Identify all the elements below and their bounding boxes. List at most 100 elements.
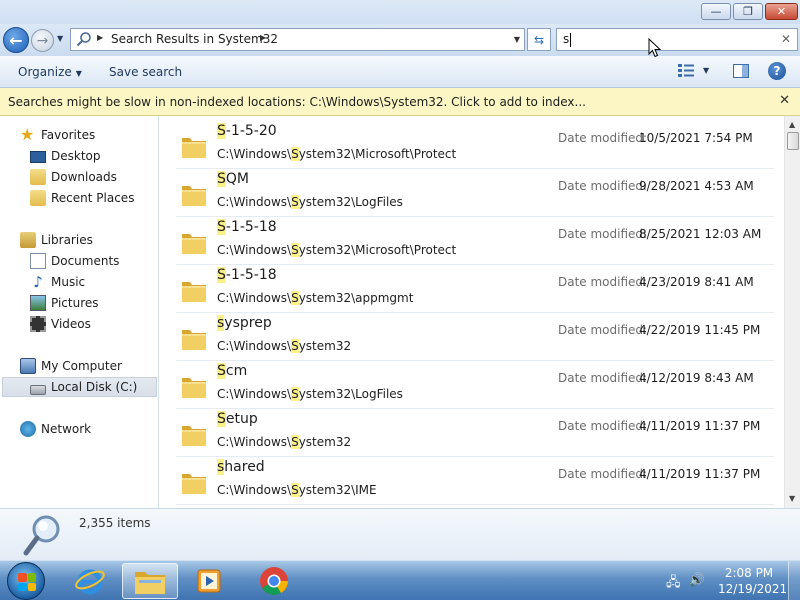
result-name[interactable]: sysprep [217,315,272,331]
nav-videos[interactable]: Videos [30,314,91,334]
item-count: 2,355 items [79,516,151,530]
start-button[interactable] [7,562,45,600]
text-caret [570,33,571,47]
volume-icon[interactable]: 🔊 [689,573,705,595]
folder-icon [182,474,206,494]
preview-pane-icon[interactable] [733,64,749,78]
nav-downloads[interactable]: Downloads [30,167,117,187]
favorites-star-icon: ★ [20,125,35,144]
organize-button[interactable]: Organize ▼ [18,65,82,79]
recent-pages-dropdown[interactable]: ▼ [57,34,63,43]
result-name-rest: QM [225,171,249,187]
result-row[interactable]: S-1-5-18 C:\Windows\System32\appmgmt Date … [176,265,774,313]
save-search-button[interactable]: Save search [109,65,182,79]
clear-search-icon[interactable]: ✕ [781,32,791,46]
nav-documents[interactable]: Documents [30,251,119,271]
clock-time: 2:08 PM [724,566,774,580]
pictures-icon [30,295,46,311]
address-row: ← → ▼ ▶ Search Results in System32 ▶ ▼ ⇆… [0,24,800,56]
result-row[interactable]: Setup C:\Windows\System32 Date modified: 4/… [176,409,774,457]
back-button[interactable]: ← [3,27,29,53]
result-row[interactable]: shared C:\Windows\System32\IME Date modifi… [176,457,774,505]
system-tray: 🖧 🔊 [666,573,705,595]
nav-music[interactable]: ♪ Music [30,272,85,292]
index-warning-message[interactable]: Searches might be slow in non-indexed lo… [8,95,586,109]
result-name[interactable]: SQM [217,171,249,187]
forward-button[interactable]: → [31,29,54,52]
date-modified-value: 4/11/2019 11:37 PM [639,467,761,481]
result-name[interactable]: Scm [217,363,247,379]
downloads-folder-icon [30,169,46,185]
result-row[interactable]: Scm C:\Windows\System32\LogFiles Date modi… [176,361,774,409]
help-icon[interactable]: ? [768,62,786,80]
nav-favorites[interactable]: ★ Favorites [20,125,95,145]
minimize-button[interactable]: — [701,3,731,20]
result-path-prefix: C:\Windows\ [217,291,292,305]
nav-desktop-label: Desktop [51,149,101,163]
nav-local-disk[interactable]: Local Disk (C:) [2,377,157,397]
change-view-icon[interactable] [678,64,694,78]
taskbar-google-chrome[interactable] [246,563,302,599]
maximize-button[interactable]: ❐ [733,3,763,20]
taskbar-windows-media-player[interactable] [182,563,238,599]
result-path: C:\Windows\System32\Microsoft\Protect [217,147,456,161]
result-path-prefix: C:\Windows\ [217,195,292,209]
nav-libraries[interactable]: Libraries [20,230,93,250]
date-modified-value: 4/22/2019 11:45 PM [639,323,761,337]
result-row[interactable]: SQM C:\Windows\System32\LogFiles Date modi… [176,169,774,217]
search-query-text: s [563,32,570,46]
nav-my-computer[interactable]: My Computer [20,356,122,376]
address-bar[interactable]: ▶ Search Results in System32 ▶ ▼ [70,28,525,51]
nav-videos-label: Videos [51,317,91,331]
index-warning-bar[interactable]: Searches might be slow in non-indexed lo… [0,88,800,116]
close-button[interactable]: ✕ [765,3,798,20]
result-name[interactable]: S-1-5-18 [217,267,277,283]
date-modified-label: Date modified: [558,179,648,193]
view-options-dropdown[interactable]: ▼ [703,66,709,75]
nav-pictures[interactable]: Pictures [30,293,99,313]
nav-network[interactable]: Network [20,419,91,439]
result-row[interactable]: S-1-5-18 C:\Windows\System32\Microsoft\Pr… [176,217,774,265]
network-status-icon[interactable]: 🖧 [666,573,681,595]
address-history-dropdown[interactable]: ▼ [514,35,520,44]
search-input[interactable]: s ✕ [556,28,798,51]
chrome-icon [260,567,288,595]
show-desktop-button[interactable] [788,561,800,600]
nav-network-label: Network [41,422,92,436]
scroll-down-arrow-icon[interactable]: ▼ [789,494,795,503]
result-path-suffix: ystem32\IME [298,483,377,497]
taskbar-windows-explorer[interactable] [122,563,178,599]
result-path-prefix: C:\Windows\ [217,387,292,401]
results-scrollbar[interactable]: ▲ ▼ [784,116,800,508]
chevron-down-icon: ▼ [75,69,82,78]
folder-icon [182,138,206,158]
result-name[interactable]: S-1-5-18 [217,219,277,235]
nav-my-computer-label: My Computer [41,359,122,373]
nav-desktop[interactable]: Desktop [30,146,101,166]
nav-recent-places[interactable]: Recent Places [30,188,134,208]
refresh-button[interactable]: ⇆ [527,28,551,51]
scroll-up-arrow-icon[interactable]: ▲ [789,120,795,129]
command-toolbar: Organize ▼ Save search ▼ ? [0,56,800,88]
taskbar-clock[interactable]: 2:08 PM 12/19/2021 [718,565,787,597]
result-name[interactable]: S-1-5-20 [217,123,277,139]
result-name-rest: hared [224,459,265,475]
result-row[interactable]: sysprep C:\Windows\System32 Date modified:… [176,313,774,361]
result-path: C:\Windows\System32\appmgmt [217,291,413,305]
arrow-left-icon: ← [9,30,23,50]
result-name[interactable]: Setup [217,411,258,427]
scrollbar-thumb[interactable] [787,132,799,150]
windows-logo-icon [18,573,36,591]
result-name[interactable]: shared [217,459,265,475]
documents-icon [30,253,46,269]
breadcrumb-search-results[interactable]: Search Results in System32 [111,32,278,46]
result-row[interactable]: S-1-5-20 C:\Windows\System32\Microsoft\Pr… [176,121,774,169]
match-highlight: S [291,243,299,257]
breadcrumb-arrow-icon[interactable]: ▶ [97,33,103,42]
result-path-prefix: C:\Windows\ [217,243,292,257]
breadcrumb-arrow-icon[interactable]: ▶ [260,33,266,42]
dismiss-warning-icon[interactable]: ✕ [779,93,790,108]
folder-icon [135,572,165,594]
mouse-pointer-icon [648,38,662,58]
taskbar-internet-explorer[interactable] [62,563,118,599]
